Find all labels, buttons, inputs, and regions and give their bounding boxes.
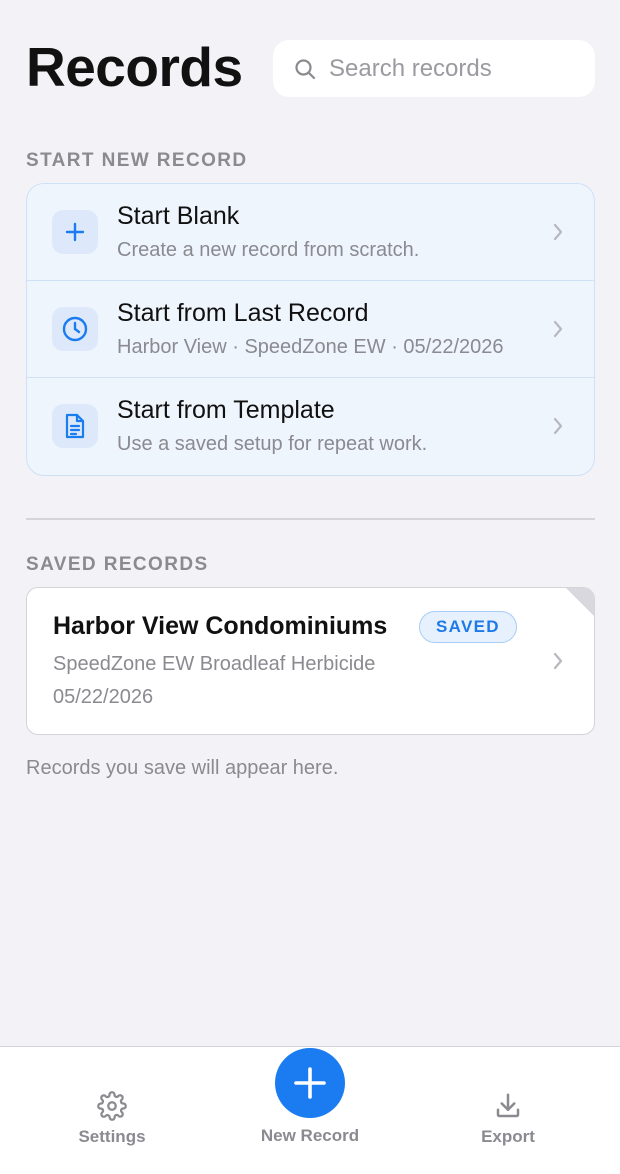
option-subtitle: Harbor View · SpeedZone EW · 05/22/2026 — [117, 336, 504, 358]
page-fold-corner — [566, 588, 594, 616]
chevron-right-icon — [553, 417, 563, 435]
chevron-right-icon — [553, 320, 563, 338]
option-title: Start Blank — [117, 202, 240, 230]
saved-record-card[interactable]: Harbor View Condominiums SAVED SpeedZone… — [26, 587, 595, 735]
option-subtitle: Use a saved setup for repeat work. — [117, 433, 428, 455]
tab-export-label: Export — [481, 1127, 535, 1146]
record-date: 05/22/2026 — [53, 686, 154, 708]
document-icon — [52, 404, 98, 448]
clock-icon — [52, 307, 98, 351]
start-blank-option[interactable]: Start Blank Create a new record from scr… — [27, 184, 594, 281]
record-title: Harbor View Condominiums — [53, 612, 388, 640]
start-options-card: Start Blank Create a new record from scr… — [26, 183, 595, 476]
tab-settings[interactable]: Settings — [32, 1047, 192, 1174]
tab-settings-label: Settings — [78, 1127, 146, 1146]
plus-icon — [294, 1067, 326, 1099]
chevron-right-icon — [553, 652, 563, 670]
start-from-last-option[interactable]: Start from Last Record Harbor View · Spe… — [27, 281, 594, 378]
status-badge: SAVED — [419, 611, 517, 643]
start-section-label: START NEW RECORD — [26, 150, 248, 171]
new-record-button[interactable] — [275, 1048, 345, 1118]
section-divider — [26, 518, 595, 520]
search-bar[interactable] — [273, 40, 595, 97]
new-record-label: New Record — [260, 1126, 360, 1145]
plus-icon — [52, 210, 98, 254]
option-subtitle: Create a new record from scratch. — [117, 239, 420, 261]
saved-section-label: SAVED RECORDS — [26, 554, 209, 575]
record-product: SpeedZone EW Broadleaf Herbicide — [53, 653, 376, 675]
records-screen: Records START NEW RECORD Start Blank Cre… — [0, 0, 620, 1174]
gear-icon — [97, 1091, 127, 1121]
search-input[interactable] — [329, 54, 579, 83]
page-title: Records — [26, 36, 243, 98]
header: Records — [26, 36, 595, 100]
saved-records-hint: Records you save will appear here. — [26, 757, 339, 779]
chevron-right-icon — [553, 223, 563, 241]
option-title: Start from Last Record — [117, 299, 369, 327]
start-from-template-option[interactable]: Start from Template Use a saved setup fo… — [27, 378, 594, 475]
tab-export[interactable]: Export — [428, 1047, 588, 1174]
search-icon — [295, 58, 316, 79]
option-title: Start from Template — [117, 396, 335, 424]
download-icon — [496, 1093, 520, 1118]
